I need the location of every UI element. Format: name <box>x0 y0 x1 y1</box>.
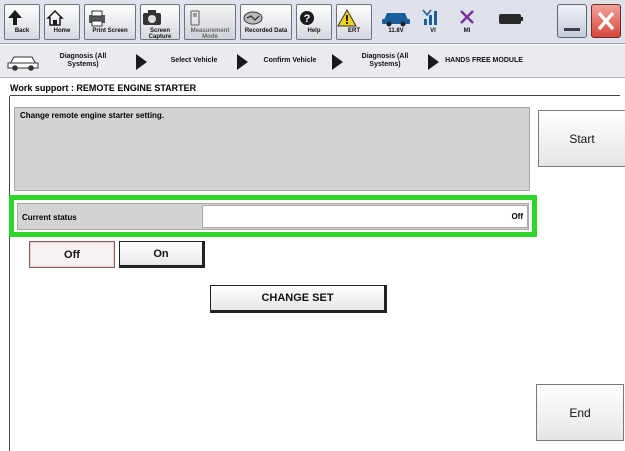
print-screen-label: Print Screen <box>92 28 128 34</box>
breadcrumb-confirm-vehicle[interactable]: Confirm Vehicle <box>252 49 328 73</box>
car-icon <box>382 13 410 27</box>
recorded-data-button[interactable]: Recorded Data <box>240 4 292 40</box>
breadcrumb-arrow <box>136 54 147 70</box>
print-screen-button[interactable]: Print Screen <box>84 4 136 40</box>
breadcrumb: Diagnosis (All Systems) Select Vehicle C… <box>0 45 625 78</box>
start-button[interactable]: Start <box>538 110 625 167</box>
mi-label: MI <box>463 28 471 34</box>
signal-icon <box>422 9 437 25</box>
current-status-highlight: Current status Off <box>9 195 537 237</box>
screen-capture-label: Screen Capture <box>148 28 172 40</box>
breadcrumb-diagnosis-all-systems[interactable]: Diagnosis (All Systems) <box>44 49 122 73</box>
svg-text:?: ? <box>304 13 311 25</box>
breadcrumb-arrow <box>332 54 343 70</box>
warning-icon <box>337 8 357 27</box>
ert-button[interactable]: ERT <box>336 4 372 40</box>
help-label: Help <box>307 28 321 34</box>
back-arrow-icon <box>8 10 22 25</box>
ert-label: ERT <box>348 28 360 34</box>
measurement-mode-button[interactable]: Measurement Mode <box>184 4 236 40</box>
frame-border <box>9 96 10 451</box>
home-icon <box>46 9 64 26</box>
breadcrumb-select-vehicle[interactable]: Select Vehicle <box>156 49 232 73</box>
connection-indicator <box>494 4 528 40</box>
breadcrumb-arrow <box>428 54 439 70</box>
printer-icon <box>89 10 105 27</box>
home-label: Home <box>53 28 71 34</box>
camera-icon <box>143 10 161 25</box>
measurement-icon <box>190 10 200 26</box>
battery-indicator-icon <box>499 14 523 24</box>
vi-status: VI <box>418 4 448 40</box>
breadcrumb-hands-free-module[interactable]: HANDS FREE MODULE <box>444 49 524 73</box>
close-button[interactable] <box>591 4 621 38</box>
on-button[interactable]: On <box>119 241 205 268</box>
close-icon <box>597 11 615 31</box>
current-status-row: Current status Off <box>17 203 529 230</box>
current-status-value: Off <box>202 205 528 228</box>
vi-label: VI <box>430 28 436 34</box>
vehicle-icon <box>7 56 39 71</box>
back-label: Back <box>14 28 30 34</box>
recorded-data-label: Recorded Data <box>244 28 288 34</box>
minimize-button[interactable] <box>557 4 587 38</box>
mi-status: MI <box>452 4 482 40</box>
description-text: Change remote engine starter setting. <box>20 111 165 120</box>
screen-capture-button[interactable]: Screen Capture <box>140 4 180 40</box>
description-panel: Change remote engine starter setting. <box>14 107 530 191</box>
vehicle-battery-status: 11.8V <box>378 4 414 40</box>
breadcrumb-diagnosis-all-systems-2[interactable]: Diagnosis (All Systems) <box>348 49 422 73</box>
help-button[interactable]: ? Help <box>296 4 332 40</box>
back-button[interactable]: Back <box>4 4 40 40</box>
change-set-button[interactable]: CHANGE SET <box>210 285 387 313</box>
current-status-label: Current status <box>22 213 77 222</box>
recorded-data-icon <box>243 11 263 25</box>
end-button[interactable]: End <box>536 384 624 441</box>
disconnected-icon <box>460 10 474 24</box>
help-icon: ? <box>300 11 314 25</box>
breadcrumb-arrow <box>237 54 248 70</box>
toolbar: Back Home Print Screen Screen Capture Me… <box>0 0 625 44</box>
home-button[interactable]: Home <box>44 4 80 40</box>
off-button[interactable]: Off <box>29 241 115 268</box>
page-title: Work support : REMOTE ENGINE STARTER <box>10 81 620 96</box>
measurement-mode-label: Measurement Mode <box>190 28 230 40</box>
battery-voltage: 11.8V <box>388 28 404 34</box>
